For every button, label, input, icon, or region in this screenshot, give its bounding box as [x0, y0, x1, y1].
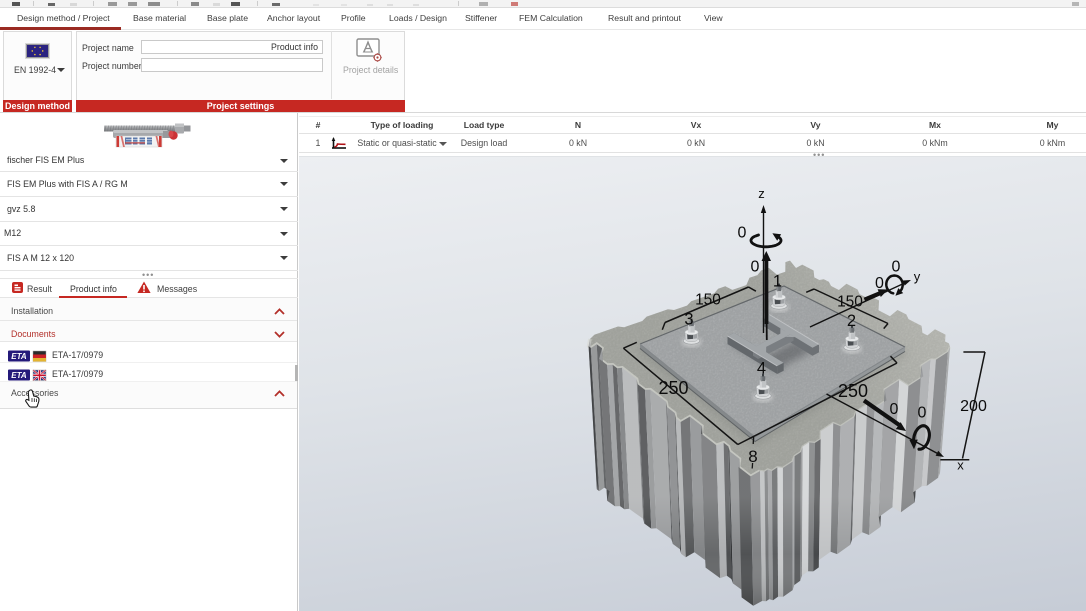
svg-text:250: 250: [658, 378, 688, 398]
svg-text:250: 250: [838, 381, 868, 401]
svg-text:3: 3: [684, 311, 693, 329]
svg-text:0: 0: [892, 259, 901, 276]
svg-text:200: 200: [960, 398, 987, 415]
svg-text:y: y: [914, 269, 921, 284]
svg-text:2: 2: [847, 312, 856, 330]
svg-text:x: x: [957, 458, 964, 473]
svg-text:0: 0: [890, 401, 899, 418]
svg-text:150: 150: [695, 292, 721, 309]
svg-text:0: 0: [738, 225, 747, 242]
svg-text:ETA: ETA: [11, 352, 27, 361]
svg-text:z: z: [758, 186, 765, 201]
svg-text:ETA: ETA: [11, 371, 27, 380]
svg-text:8: 8: [748, 447, 757, 466]
svg-text:1: 1: [773, 273, 782, 291]
svg-text:4: 4: [757, 360, 766, 378]
svg-text:0: 0: [918, 405, 927, 422]
svg-text:0: 0: [751, 259, 760, 276]
svg-text:0: 0: [875, 275, 884, 292]
